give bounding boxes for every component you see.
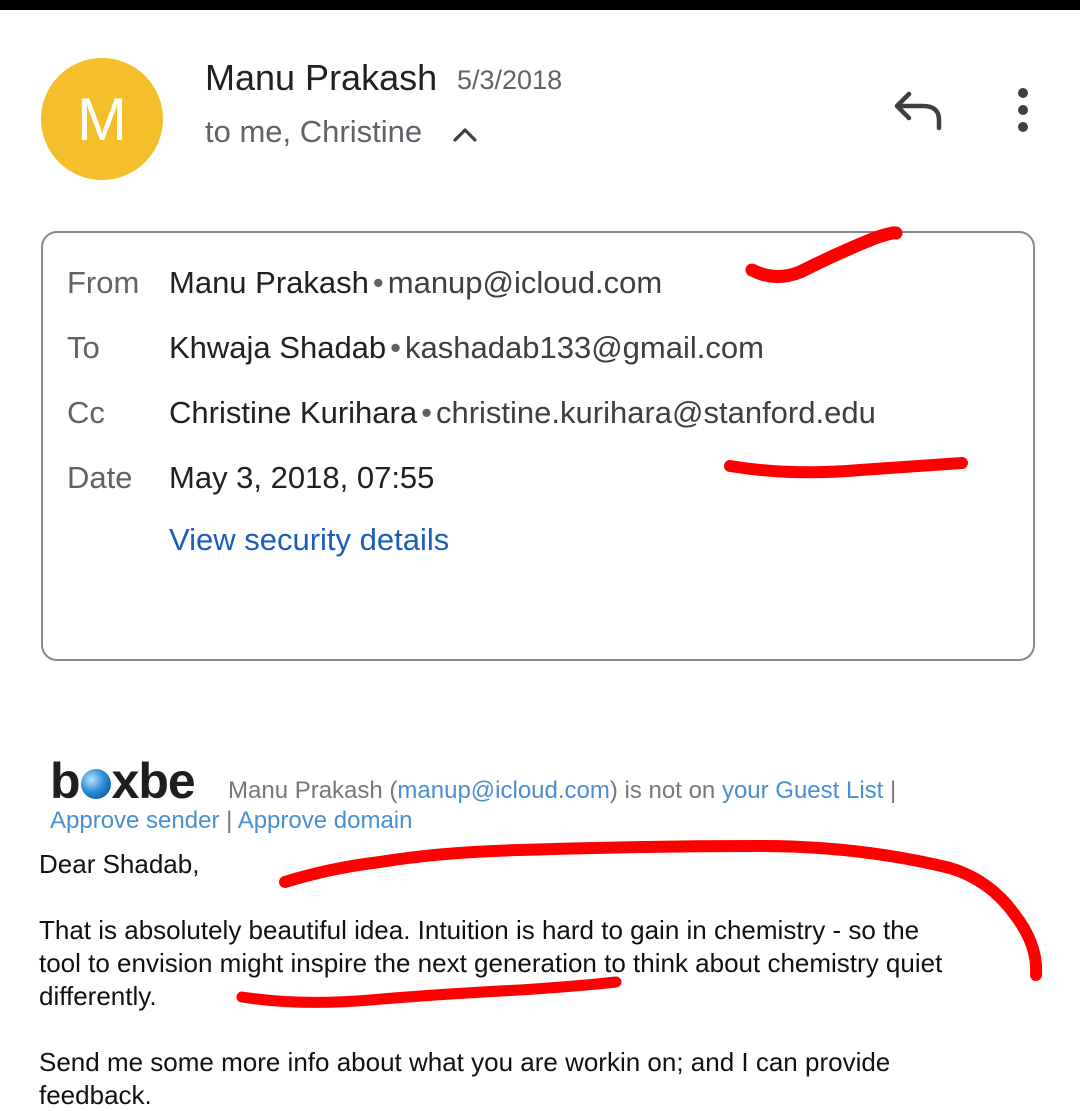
cc-label: Cc xyxy=(67,395,105,430)
separator-dot: • xyxy=(372,265,384,300)
sent-date: 5/3/2018 xyxy=(457,65,563,95)
boxbe-actions: Approve sender | Approve domain xyxy=(50,807,412,835)
view-security-details-link[interactable]: View security details xyxy=(169,522,449,558)
from-name: Manu Prakash xyxy=(169,265,369,300)
more-vert-icon[interactable] xyxy=(1008,86,1038,134)
separator-dot: • xyxy=(421,395,432,430)
boxbe-notice: Manu Prakash (manup@icloud.com) is not o… xyxy=(228,777,896,805)
boxbe-logo-rest: xbe xyxy=(111,753,196,809)
avatar-letter: M xyxy=(77,85,127,153)
date-label: Date xyxy=(67,460,133,495)
scribble-mark xyxy=(236,976,622,1008)
chevron-up-icon[interactable] xyxy=(450,120,480,150)
from-email[interactable]: manup@icloud.com xyxy=(388,265,662,300)
sender-name[interactable]: Manu Prakash xyxy=(205,57,437,99)
boxbe-pipe: | xyxy=(883,777,897,804)
boxbe-logo: b xbe xyxy=(50,752,196,810)
date-value: May 3, 2018, 07:55 xyxy=(169,460,435,495)
to-email[interactable]: kashadab133@gmail.com xyxy=(405,330,764,365)
status-bar xyxy=(0,0,1080,10)
guest-list-link[interactable]: your Guest List xyxy=(722,777,883,804)
cc-value: Christine Kurihara • christine.kurihara@st… xyxy=(169,395,876,431)
recipients-summary[interactable]: to me, Christine xyxy=(205,114,422,150)
reply-icon[interactable] xyxy=(893,88,945,132)
approve-domain-link[interactable]: Approve domain xyxy=(238,807,413,834)
from-label: From xyxy=(67,265,140,300)
boxbe-sender: Manu Prakash ( xyxy=(228,777,398,804)
body-line: Send me some more info about what you ar… xyxy=(39,1047,891,1077)
body-line: feedback. xyxy=(39,1080,152,1110)
cc-name: Christine Kurihara xyxy=(169,395,418,430)
to-name: Khwaja Shadab xyxy=(169,330,387,365)
boxbe-not-on-text: ) is not on xyxy=(609,777,722,804)
boxbe-pipe: | xyxy=(219,807,238,834)
body-line: That is absolutely beautiful idea. Intui… xyxy=(39,915,920,945)
from-value: Manu Prakash • manup@icloud.com xyxy=(169,265,662,301)
body-line: tool to envision might inspire the next … xyxy=(39,948,943,978)
to-label: To xyxy=(67,330,100,365)
separator-dot: • xyxy=(390,330,402,365)
sender-avatar[interactable]: M xyxy=(41,58,163,180)
approve-sender-link[interactable]: Approve sender xyxy=(50,807,219,834)
body-line: differently. xyxy=(39,981,157,1011)
boxbe-sender-email-link[interactable]: manup@icloud.com xyxy=(397,777,609,804)
body-greeting: Dear Shadab, xyxy=(39,849,200,879)
boxbe-ball-icon xyxy=(80,769,111,799)
to-value: Khwaja Shadab • kashadab133@gmail.com xyxy=(169,330,764,366)
cc-email[interactable]: christine.kurihara@stanford.edu xyxy=(436,395,876,430)
boxbe-logo-b: b xyxy=(50,753,81,809)
